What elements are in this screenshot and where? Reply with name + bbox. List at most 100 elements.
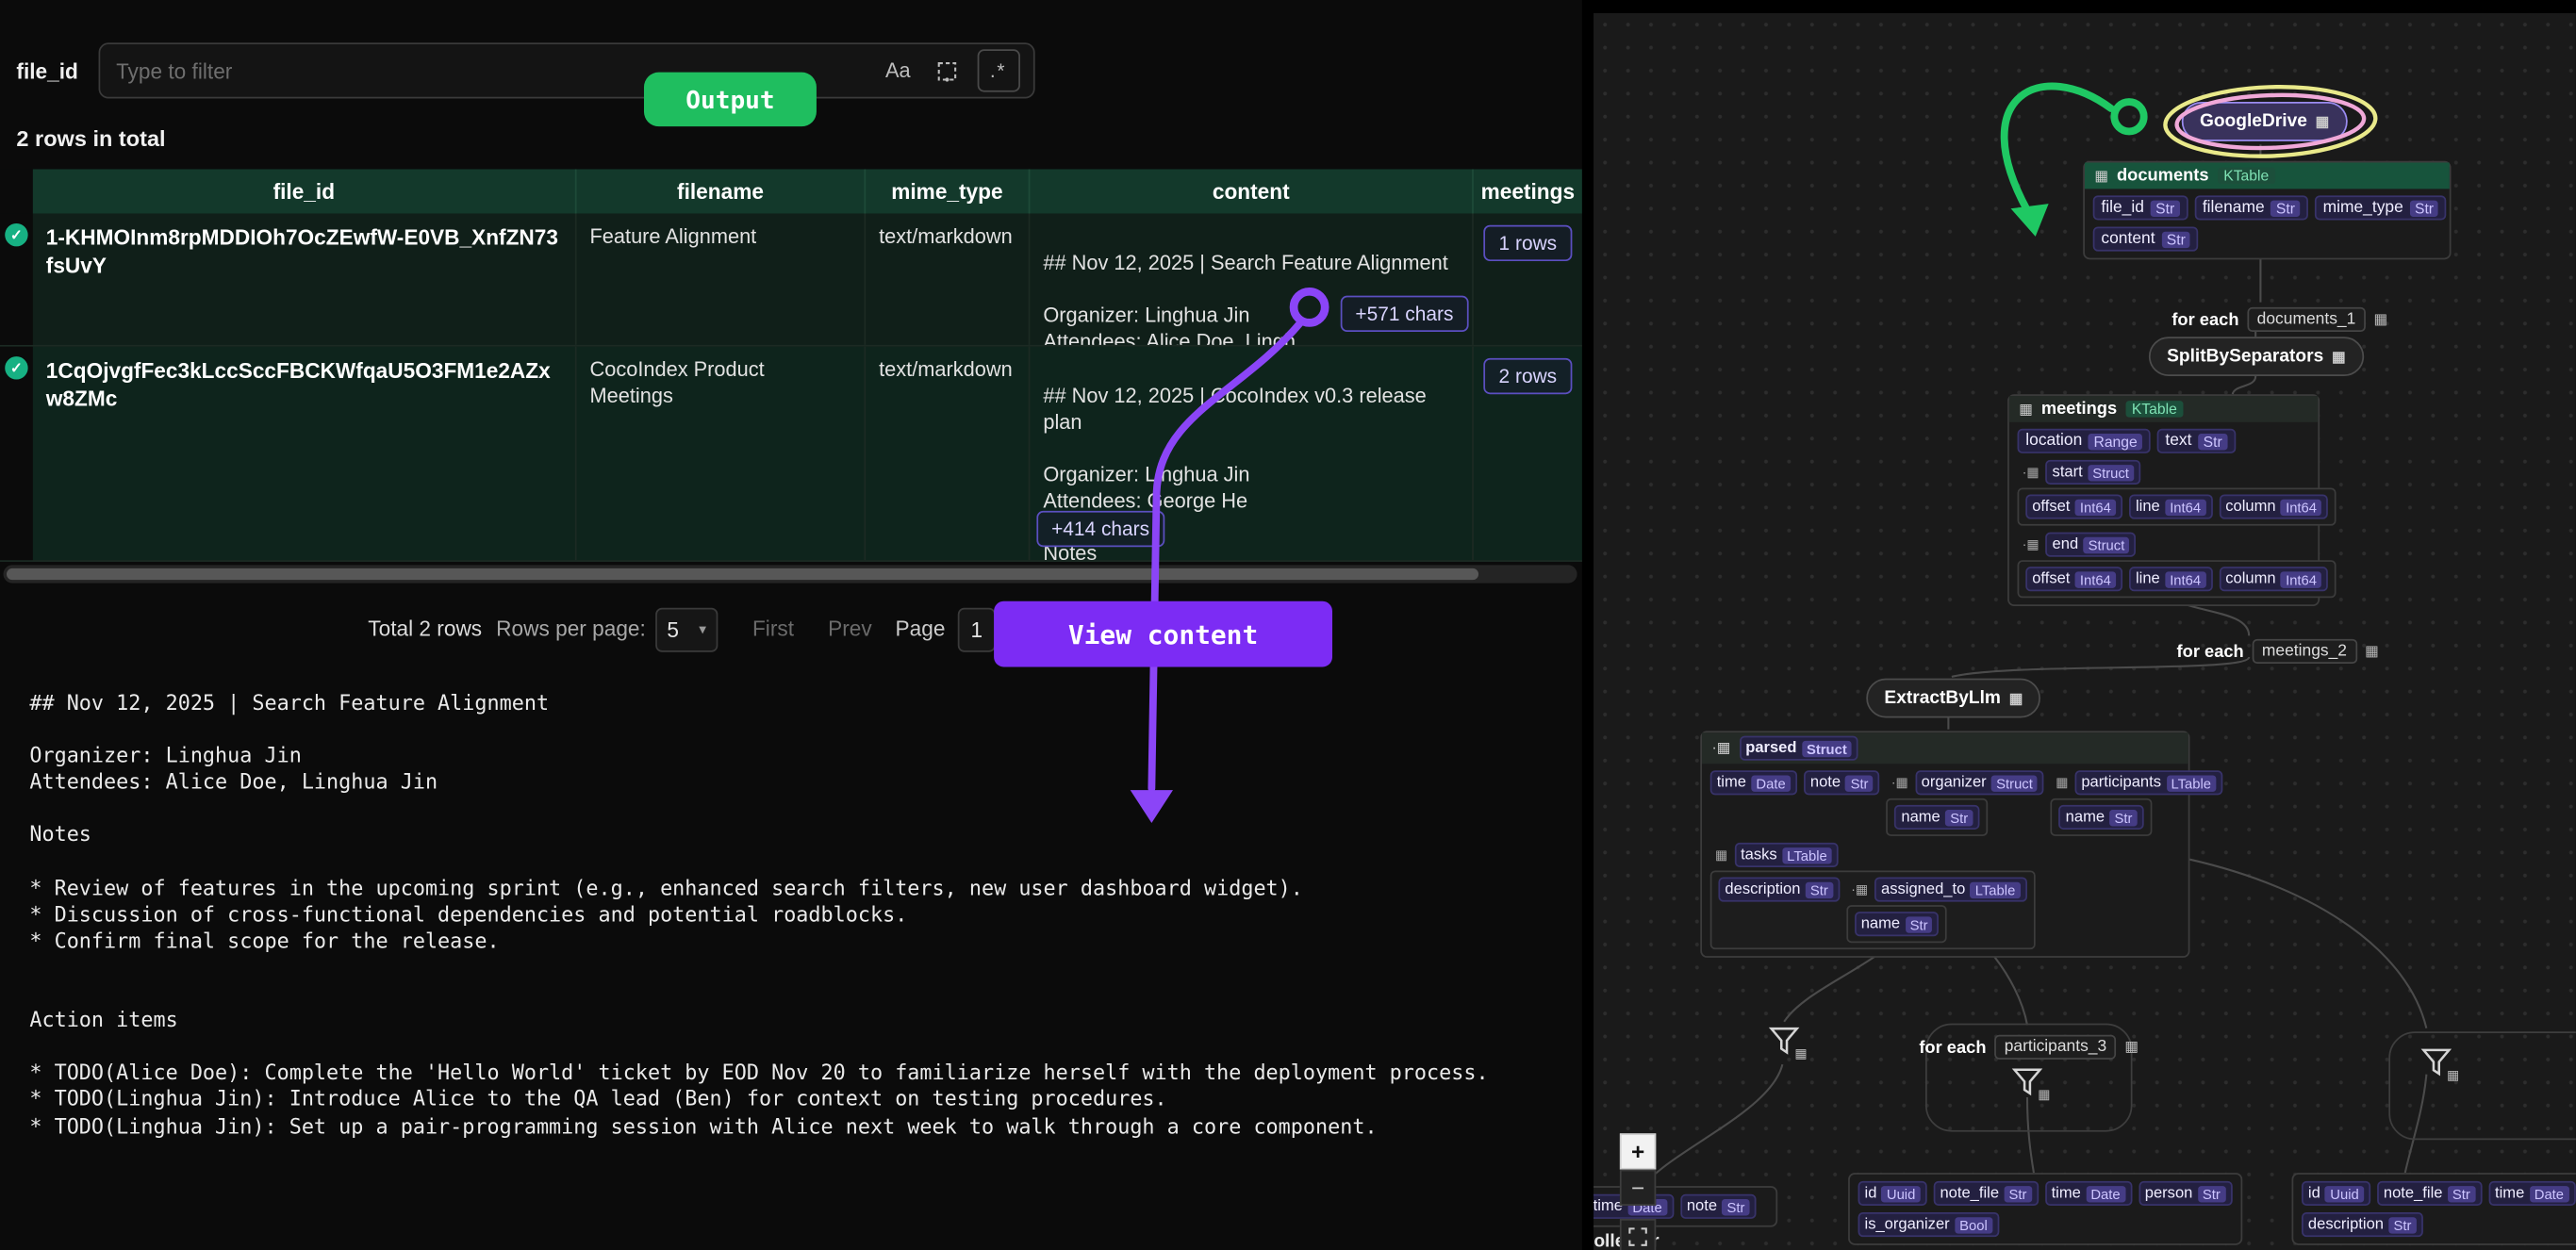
node-meetings[interactable]: ▦ meetings KTable locationRange textStr …	[2007, 394, 2320, 606]
more-chars-badge[interactable]: +414 chars	[1036, 511, 1164, 547]
foreach-participants: for each participants_3 ▦	[1919, 1035, 2138, 1060]
foreach-label: for each	[2177, 641, 2244, 661]
field-chip: organizerStruct	[1915, 770, 2044, 795]
struct-start-header: ·▦ startStruct	[2023, 460, 2140, 485]
header-spacer	[0, 169, 33, 213]
field-chip: columnInt64	[2219, 567, 2328, 591]
field-chip: idUuid	[2302, 1181, 2370, 1206]
ltable-tasks: ▦ tasksLTable descriptionStr ·▦ assigned…	[1710, 843, 2035, 949]
foreach-participants-group: for each participants_3 ▦ ▦	[1925, 1024, 2133, 1132]
cell-content: ## Nov 12, 2025 | CocoIndex v0.3 release…	[1030, 347, 1473, 561]
cell-meetings: 1 rows	[1474, 214, 1582, 345]
field-chip: tasksLTable	[1734, 843, 1839, 867]
zoom-in-button[interactable]: +	[1620, 1133, 1656, 1169]
match-word-icon[interactable]	[928, 51, 967, 90]
field-chip: nameStr	[1855, 912, 1940, 936]
rows-per-page-value: 5	[667, 617, 679, 642]
data-panel: file_id Aa .* 2 rows in total file_id fi…	[0, 0, 1582, 1250]
row-selected-check-icon[interactable]: ✓	[5, 223, 27, 246]
field-chip: lineInt64	[2129, 494, 2212, 518]
zoom-out-button[interactable]: −	[1620, 1170, 1656, 1206]
field-chip: noteStr	[1680, 1194, 1757, 1219]
prev-page-button[interactable]: Prev	[828, 616, 872, 640]
foreach-target-chip[interactable]: participants_3	[1994, 1035, 2116, 1060]
field-chip: parsedStruct	[1739, 736, 1858, 761]
field-chip: mime_typeStr	[2315, 195, 2447, 220]
row-check-cell: ✓	[0, 214, 33, 345]
fullscreen-icon	[1628, 1227, 1648, 1247]
node-split-by-separators[interactable]: SplitBySeparators ▦	[2149, 337, 2364, 376]
cell-file-id: 1-KHMOInm8rpMDDIOh7OcZEwfW-E0VB_XnfZN73f…	[33, 214, 577, 345]
chevron-down-icon: ▾	[699, 621, 706, 639]
table-icon: ▦	[2373, 310, 2387, 328]
page-number-input[interactable]	[958, 608, 996, 652]
match-case-icon[interactable]: Aa	[878, 51, 917, 90]
field-chip: columnInt64	[2219, 494, 2328, 518]
regex-icon[interactable]: .*	[977, 49, 1019, 91]
node-documents[interactable]: ▦ documents KTable file_idStr filenameSt…	[2083, 161, 2451, 260]
node-meetings-header: ▦ meetings KTable	[2009, 396, 2319, 422]
node-documents-body: file_idStr filenameStr mime_typeStr cont…	[2085, 189, 2450, 257]
first-page-button[interactable]: First	[752, 616, 794, 640]
cell-filename: Feature Alignment	[577, 214, 867, 345]
meetings-rows-badge[interactable]: 2 rows	[1484, 358, 1572, 394]
field-chip: lineInt64	[2129, 567, 2212, 591]
ktable-badge: KTable	[2217, 168, 2275, 184]
more-chars-badge[interactable]: +571 chars	[1341, 296, 1468, 332]
filter-funnel-icon[interactable]: ▦	[2419, 1046, 2455, 1082]
node-label: GoogleDrive	[2200, 111, 2307, 131]
cell-mime-type: text/markdown	[866, 214, 1030, 345]
table-icon: ▦	[2447, 1068, 2459, 1083]
foreach-target-chip[interactable]: documents_1	[2247, 307, 2366, 332]
filter-funnel-icon[interactable]: ▦	[2011, 1066, 2047, 1102]
table-icon: ▦	[2124, 1038, 2138, 1056]
col-header-filename: filename	[577, 169, 867, 213]
filter-funnel-icon[interactable]: ▦	[1768, 1025, 1804, 1061]
table-row[interactable]: ✓ 1-KHMOInm8rpMDDIOh7OcZEwfW-E0VB_XnfZN7…	[0, 214, 1582, 347]
struct-icon: ·▦	[2023, 465, 2039, 480]
meetings-rows-badge[interactable]: 1 rows	[1484, 225, 1572, 261]
field-chip: locationRange	[2018, 429, 2151, 453]
foreach-right-group: ▦	[2388, 1031, 2576, 1140]
collector-node[interactable]: idUuid note_fileStr timeDate personStr i…	[1848, 1173, 2242, 1250]
field-chip: startStruct	[2046, 460, 2141, 485]
node-title: documents	[2117, 166, 2209, 186]
field-chip: participantsLTable	[2074, 770, 2222, 795]
foreach-meetings: for each meetings_2 ▦	[2177, 639, 2379, 664]
row-check-cell: ✓	[0, 347, 33, 561]
output-callout-button[interactable]: Output	[644, 73, 817, 127]
col-header-mime-type: mime_type	[866, 169, 1030, 213]
field-chip: noteStr	[1804, 770, 1880, 795]
node-google-drive[interactable]: GoogleDrive ▦	[2182, 102, 2348, 141]
flow-canvas[interactable]: GoogleDrive ▦ ▦ documents KTable file_id…	[1593, 13, 2576, 1250]
field-chip: filenameStr	[2194, 195, 2308, 220]
scrollbar-thumb[interactable]	[7, 568, 1478, 580]
filter-column-label: file_id	[16, 58, 77, 83]
foreach-target-chip[interactable]: meetings_2	[2252, 639, 2356, 664]
screenshot-viewport: file_id Aa .* 2 rows in total file_id fi…	[0, 0, 2576, 1250]
node-extract-by-llm[interactable]: ExtractByLlm ▦	[1866, 679, 2040, 718]
table-icon: ▦	[2056, 775, 2068, 790]
rows-per-page-select[interactable]: 5 ▾	[655, 608, 718, 652]
struct-end-header: ·▦ endStruct	[2023, 533, 2137, 557]
field-chip: file_idStr	[2093, 195, 2188, 220]
node-parsed[interactable]: ·▦ parsedStruct timeDate noteStr ·▦ orga…	[1700, 731, 2189, 957]
table-row[interactable]: ✓ 1CqOjvgfFec3kLccSccFBCKWfqaU5O3FM1e2AZ…	[0, 347, 1582, 562]
foreach-label: for each	[1919, 1037, 1986, 1057]
field-chip: descriptionStr	[2302, 1212, 2423, 1237]
row-selected-check-icon[interactable]: ✓	[5, 356, 27, 379]
cell-meetings: 2 rows	[1474, 347, 1582, 561]
collector-node[interactable]: idUuid note_fileStr timeDate description…	[2292, 1173, 2576, 1250]
node-parsed-header: ·▦ parsedStruct	[1702, 732, 2188, 764]
view-content-callout-button[interactable]: View content	[994, 601, 1332, 667]
field-chip: is_organizerBool	[1858, 1212, 1999, 1237]
fullscreen-button[interactable]	[1620, 1219, 1656, 1250]
field-chip: endStruct	[2046, 533, 2137, 557]
horizontal-scrollbar[interactable]	[3, 565, 1577, 583]
field-chip: personStr	[2138, 1181, 2232, 1206]
cell-file-id: 1CqOjvgfFec3kLccSccFBCKWfqaU5O3FM1e2AZxw…	[33, 347, 577, 561]
cell-content: ## Nov 12, 2025 | Search Feature Alignme…	[1030, 214, 1473, 345]
cell-mime-type: text/markdown	[866, 347, 1030, 561]
table-icon: ▦	[2019, 400, 2033, 418]
field-chip: offsetInt64	[2025, 567, 2122, 591]
